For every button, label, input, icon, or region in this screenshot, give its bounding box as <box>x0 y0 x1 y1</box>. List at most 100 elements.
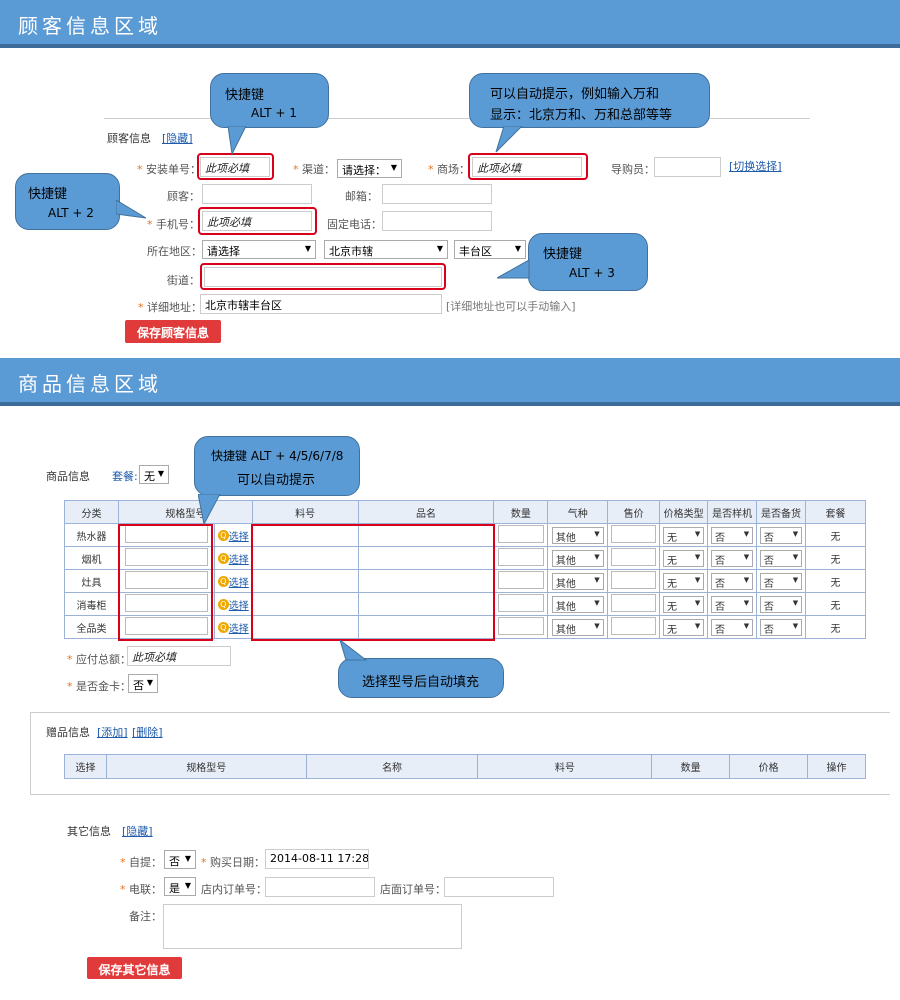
remark-textarea[interactable] <box>163 904 462 949</box>
sample-select[interactable]: 否 <box>710 526 754 544</box>
product-heading: 商品信息 <box>46 470 90 483</box>
gift-add-link[interactable]: [添加] <box>97 724 128 740</box>
select-cell: Q 选择 <box>213 615 253 639</box>
total-input[interactable]: 此项必填 <box>127 646 231 666</box>
mall-label: 商场： <box>428 161 470 177</box>
city-select[interactable]: 北京市辖 <box>324 240 448 259</box>
address-input[interactable]: 北京市辖丰台区 <box>200 294 442 314</box>
sample-cell: 否 <box>707 615 758 639</box>
stock-select[interactable]: 否 <box>759 526 803 544</box>
price-input[interactable] <box>611 570 657 589</box>
district-select[interactable]: 丰台区 <box>454 240 526 259</box>
price-type-select[interactable]: 无 <box>662 572 705 590</box>
callout-text: 可以自动提示 <box>237 473 316 488</box>
email-input[interactable] <box>382 184 492 204</box>
column-header: 价格 <box>729 754 809 779</box>
other-hide-link[interactable]: [隐藏] <box>122 823 153 839</box>
quantity-cell <box>493 592 549 616</box>
select-link[interactable]: 选择 <box>229 624 249 635</box>
divider <box>30 712 890 713</box>
gas-select[interactable]: 其他 <box>551 595 604 613</box>
stock-cell: 否 <box>756 569 806 593</box>
divider <box>30 712 31 794</box>
customer-input[interactable] <box>202 184 312 204</box>
callout-tail <box>495 126 523 153</box>
callout-alt2: 快捷键 ALT + 2 <box>15 173 120 230</box>
channel-select[interactable]: 请选择： <box>337 159 402 178</box>
inner-order-input[interactable] <box>265 877 375 897</box>
price-type-select[interactable]: 无 <box>662 618 705 636</box>
search-icon[interactable]: Q <box>217 529 229 541</box>
price-input[interactable] <box>611 593 657 612</box>
guide-label: 导购员： <box>611 163 655 176</box>
price-type-select[interactable]: 无 <box>662 595 705 613</box>
search-icon[interactable]: Q <box>217 575 229 587</box>
package-cell: 无 <box>804 569 867 593</box>
customer-hide-link[interactable]: [隐藏] <box>162 130 193 146</box>
quantity-input[interactable] <box>497 570 545 589</box>
remark-label: 备注： <box>129 910 162 923</box>
search-icon[interactable]: Q <box>217 552 229 564</box>
guide-input[interactable] <box>654 157 721 177</box>
stock-select[interactable]: 否 <box>759 595 803 613</box>
province-select[interactable]: 请选择 <box>202 240 316 259</box>
price-type-select[interactable]: 无 <box>662 526 705 544</box>
pickup-select[interactable]: 否 <box>164 850 196 869</box>
select-link[interactable]: 选择 <box>229 555 249 566</box>
stock-select[interactable]: 否 <box>759 549 803 567</box>
stock-cell: 否 <box>756 523 806 547</box>
elec-select[interactable]: 是 <box>164 877 196 896</box>
column-header: 规格型号 <box>117 500 253 524</box>
switch-select-link[interactable]: [切换选择] <box>729 158 782 174</box>
phone-input[interactable] <box>382 211 492 231</box>
select-link[interactable]: 选择 <box>229 601 249 612</box>
select-cell: Q 选择 <box>213 592 253 616</box>
store-order-input[interactable] <box>444 877 554 897</box>
callout-text: ALT + 3 <box>569 266 615 280</box>
gas-select[interactable]: 其他 <box>551 549 604 567</box>
price-input[interactable] <box>611 547 657 566</box>
select-link[interactable]: 选择 <box>229 578 249 589</box>
quantity-input[interactable] <box>497 616 545 635</box>
sample-select[interactable]: 否 <box>710 618 754 636</box>
package-label: 套餐: <box>112 470 138 483</box>
sample-select[interactable]: 否 <box>710 549 754 567</box>
gas-cell: 其他 <box>547 615 609 639</box>
column-header: 规格型号 <box>105 754 307 779</box>
price-input[interactable] <box>611 524 657 543</box>
stock-select[interactable]: 否 <box>759 618 803 636</box>
select-link[interactable]: 选择 <box>229 532 249 543</box>
stock-cell: 否 <box>756 592 806 616</box>
gift-delete-link[interactable]: [删除] <box>132 724 163 740</box>
save-customer-button[interactable]: 保存顾客信息 <box>125 320 221 343</box>
package-select[interactable]: 无 <box>139 465 169 484</box>
price-input[interactable] <box>611 616 657 635</box>
select-cell: Q 选择 <box>213 546 253 570</box>
column-header: 是否备货 <box>756 500 806 524</box>
save-other-button[interactable]: 保存其它信息 <box>87 957 182 979</box>
address-label: 详细地址： <box>138 299 202 315</box>
callout-autocomplete: 可以自动提示，例如输入万和 显示：北京万和、万和总部等等 <box>469 73 710 128</box>
highlight-box <box>198 207 317 235</box>
search-icon[interactable]: Q <box>217 621 229 633</box>
price-type-cell: 无 <box>659 546 709 570</box>
total-label: 应付总额： <box>67 651 131 667</box>
quantity-input[interactable] <box>497 593 545 612</box>
quantity-cell <box>493 615 549 639</box>
callout-alt1: 快捷键 ALT + 1 <box>210 73 329 128</box>
gas-select[interactable]: 其他 <box>551 618 604 636</box>
quantity-input[interactable] <box>497 547 545 566</box>
price-type-select[interactable]: 无 <box>662 549 705 567</box>
price-cell <box>607 523 661 547</box>
gas-select[interactable]: 其他 <box>551 526 604 544</box>
stock-select[interactable]: 否 <box>759 572 803 590</box>
quantity-input[interactable] <box>497 524 545 543</box>
purchase-date-input[interactable]: 2014-08-11 17:28:15 <box>265 849 369 869</box>
column-header: 分类 <box>64 500 119 524</box>
search-icon[interactable]: Q <box>217 598 229 610</box>
gas-select[interactable]: 其他 <box>551 572 604 590</box>
sample-select[interactable]: 否 <box>710 595 754 613</box>
gold-card-select[interactable]: 否 <box>128 674 158 693</box>
sample-select[interactable]: 否 <box>710 572 754 590</box>
sample-cell: 否 <box>707 569 758 593</box>
